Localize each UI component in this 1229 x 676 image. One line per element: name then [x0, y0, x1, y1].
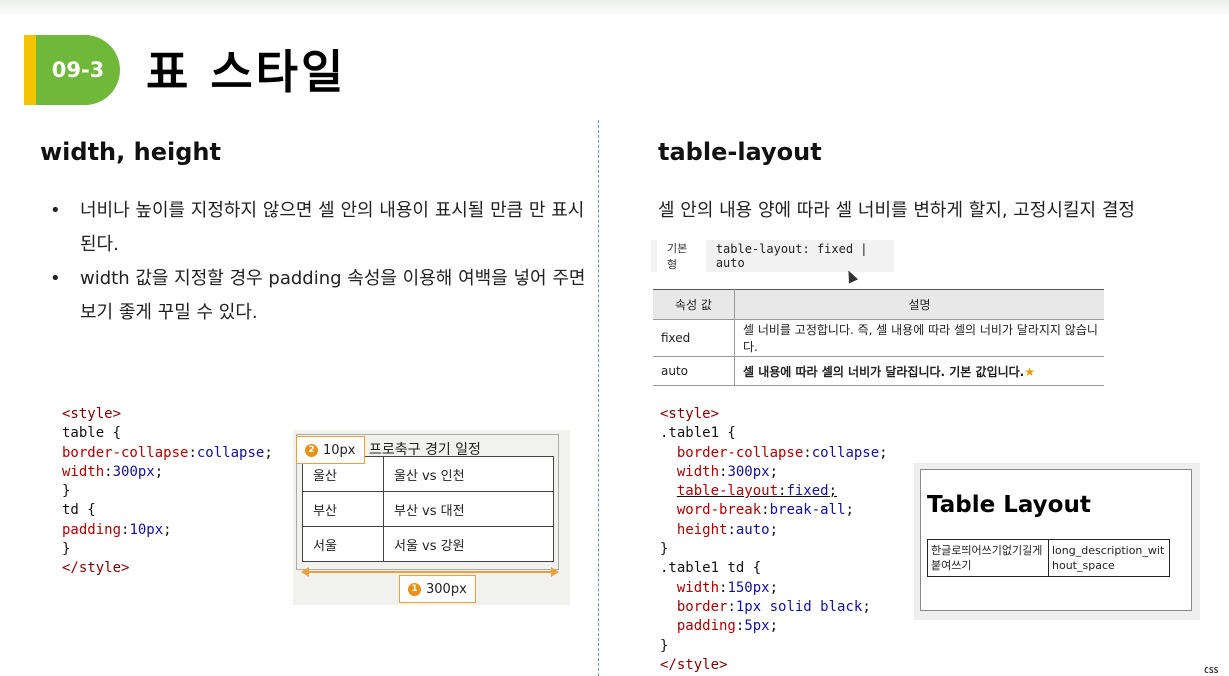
table-cell: long_description_without_space — [1048, 539, 1170, 577]
table-cell: 부산 vs 대전 — [383, 491, 554, 527]
callout-number: 2 — [305, 443, 318, 457]
callout-number: 1 — [408, 582, 421, 596]
bullet-text: 너비나 높이를 지정하지 않으면 셀 안의 내용이 표시될 만큼 만 표시된다. — [80, 200, 585, 255]
table-header-row: 속성 값 설명 — [653, 289, 1104, 320]
padding-callout: 2 10px — [296, 436, 365, 464]
code-line: .table1 { — [660, 425, 736, 442]
table-cell: auto — [653, 356, 735, 386]
code-prop: padding — [62, 521, 122, 538]
table-layout-figure: Table Layout 한글로띄어쓰기없기길게붙여쓰기 long_descri… — [914, 463, 1200, 620]
code-prop: border-collapse — [676, 444, 804, 461]
code-val: collapse — [811, 444, 880, 461]
code-val: 300px — [727, 463, 770, 480]
section-badge: 09-3 — [36, 35, 120, 105]
code-val: 300px — [112, 463, 155, 480]
code-line: table { — [62, 425, 122, 442]
table-cell: 셀 내용에 따라 셀의 너비가 달라집니다. 기본 값입니다.★ — [734, 356, 1104, 386]
callout-text: 300px — [426, 581, 467, 597]
code-val: 10px — [129, 521, 164, 538]
right-description: 셀 안의 내용 양에 따라 셀 너비를 변하게 할지, 고정시킬지 결정 — [658, 200, 1135, 221]
table-row: 한글로띄어쓰기없기길게붙여쓰기 long_description_without… — [927, 539, 1170, 577]
bullet-dot: • — [50, 200, 61, 221]
arrow-left-head — [301, 567, 309, 577]
code-val: 150px — [727, 579, 770, 596]
table-row: fixed 셀 너비를 고정합니다. 즉, 셀 내용에 따라 셀의 너비가 달라… — [653, 319, 1104, 357]
left-code-block: <style> table { border-collapse:collapse… — [62, 406, 273, 577]
table-cell: fixed — [653, 319, 735, 357]
code-prop: width — [62, 463, 105, 480]
table-cell: 울산 vs 인천 — [383, 456, 554, 492]
preview-table: 한글로띄어쓰기없기길게붙여쓰기 long_description_without… — [927, 539, 1170, 577]
code-prop: table-layout — [676, 483, 779, 500]
code-val: 5px — [744, 618, 770, 635]
syntax-box: 기본형 table-layout: fixed | auto — [651, 238, 894, 274]
callout-text: 10px — [323, 442, 356, 458]
default-value-text: 셀 내용에 따라 셀의 너비가 달라집니다. 기본 값입니다. — [743, 364, 1025, 379]
table-cell: 셀 너비를 고정합니다. 즉, 셀 내용에 따라 셀의 너비가 달라지지 않습니… — [734, 319, 1104, 357]
code-val: fixed — [786, 483, 829, 500]
code-prop: width — [676, 463, 720, 480]
bullet-dot: • — [50, 268, 61, 289]
table-row: 서울 서울 vs 강원 — [302, 526, 554, 562]
code-prop: border — [676, 598, 728, 615]
corner-label: CSS — [1204, 666, 1219, 675]
syntax-code: table-layout: fixed | auto — [715, 242, 868, 270]
code-val: auto — [735, 521, 770, 538]
table-cell: 한글로띄어쓰기없기길게붙여쓰기 — [927, 539, 1049, 577]
code-val: 1px solid black — [735, 598, 863, 615]
width-callout: 1 300px — [399, 575, 476, 603]
table-cell: 부산 — [302, 491, 384, 527]
code-line: <style> — [660, 406, 720, 422]
code-prop: padding — [676, 618, 736, 635]
page-title: 표 스타일 — [146, 45, 347, 99]
left-bullet-list: • 너비나 높이를 지정하지 않으면 셀 안의 내용이 표시될 만큼 만 표시된… — [48, 194, 593, 330]
code-line: .table1 td { — [660, 560, 762, 577]
width-arrow — [305, 571, 555, 573]
table-row: auto 셀 내용에 따라 셀의 너비가 달라집니다. 기본 값입니다.★ — [653, 356, 1104, 386]
right-code-block: <style> .table1 { border-collapse:collap… — [660, 406, 888, 673]
code-prop: height — [676, 521, 728, 538]
column-header: 속성 값 — [653, 289, 735, 320]
code-val: collapse — [196, 444, 265, 461]
code-line: <style> — [62, 406, 122, 422]
code-line: } — [660, 541, 669, 558]
code-line: } — [62, 541, 71, 558]
padding-width-figure: 프로축구 경기 일정 울산 울산 vs 인천 부산 부산 vs 대전 서울 서울… — [293, 430, 570, 605]
code-prop: border-collapse — [62, 444, 189, 461]
syntax-tag: 기본형 — [657, 238, 706, 274]
left-heading: width, height — [40, 138, 221, 166]
code-prop: width — [676, 579, 720, 596]
table-row: 부산 부산 vs 대전 — [302, 491, 554, 527]
code-line: } — [660, 637, 669, 654]
code-line: td { — [62, 502, 96, 519]
arrow-right-head — [551, 567, 559, 577]
browser-preview: Table Layout 한글로띄어쓰기없기길게붙여쓰기 long_descri… — [920, 469, 1192, 611]
code-val: break-all — [769, 502, 846, 519]
bullet-item: • width 값을 지정할 경우 padding 속성을 이용해 여백을 넣어… — [48, 262, 593, 330]
code-line: </style> — [62, 560, 130, 577]
star-icon: ★ — [1024, 364, 1036, 379]
column-header: 설명 — [734, 289, 1104, 320]
code-line: </style> — [660, 656, 728, 673]
table-cell: 서울 vs 강원 — [383, 526, 554, 562]
bullet-item: • 너비나 높이를 지정하지 않으면 셀 안의 내용이 표시될 만큼 만 표시된… — [48, 194, 593, 262]
property-table: 속성 값 설명 fixed 셀 너비를 고정합니다. 즉, 셀 내용에 따라 셀… — [653, 289, 1104, 386]
code-line: } — [62, 483, 71, 500]
table-cell: 서울 — [302, 526, 384, 562]
bullet-text: width 값을 지정할 경우 padding 속성을 이용해 여백을 넣어 주… — [80, 268, 586, 323]
column-divider — [598, 120, 599, 676]
schedule-table: 울산 울산 vs 인천 부산 부산 vs 대전 서울 서울 vs 강원 — [302, 456, 554, 562]
preview-heading: Table Layout — [927, 492, 1091, 518]
code-prop: word-break — [676, 502, 762, 519]
top-strip — [0, 0, 1229, 14]
right-heading: table-layout — [658, 138, 822, 166]
